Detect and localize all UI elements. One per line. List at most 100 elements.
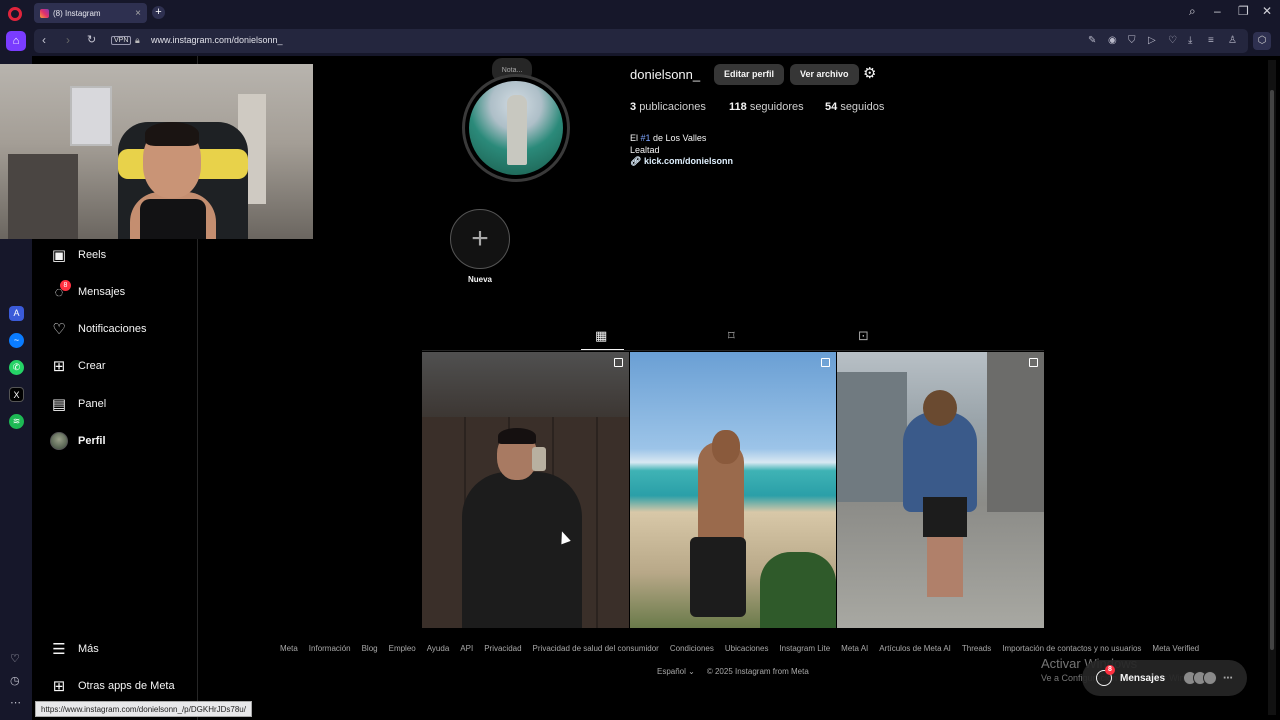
x-twitter-icon[interactable]: X — [9, 387, 24, 402]
nav-item-profile[interactable]: Perfil — [50, 432, 106, 450]
history-icon[interactable]: ◷ — [10, 674, 20, 687]
carousel-icon — [1029, 358, 1038, 367]
gear-icon[interactable]: ⚙ — [863, 66, 879, 82]
reels-icon: ▣ — [51, 247, 67, 264]
footer-link[interactable]: Empleo — [389, 644, 416, 653]
forward-icon[interactable]: › — [66, 33, 70, 47]
extensions-icon[interactable]: ⬡ — [1253, 32, 1271, 50]
browser-tab-instagram[interactable]: (8) Instagram × — [34, 3, 147, 23]
post-thumbnail[interactable] — [837, 352, 1044, 628]
spotify-icon[interactable]: ≋ — [9, 414, 24, 429]
tab-posts-grid-icon[interactable]: ▦ — [595, 328, 607, 344]
post-thumbnail[interactable] — [422, 352, 629, 628]
footer-link[interactable]: Privacidad de salud del consumidor — [533, 644, 659, 653]
stat-count: 118 — [729, 101, 747, 113]
bio-hashtag[interactable]: #1 — [641, 133, 651, 143]
edit-profile-button[interactable]: Editar perfil — [714, 64, 785, 85]
address-bar: ⌂ ‹ › ↻ VPN 🔒︎ www.instagram.com/doniels… — [0, 26, 1280, 56]
bio-link[interactable]: 🔗︎ kick.com/donielsonn — [630, 156, 733, 167]
whatsapp-icon[interactable]: ✆ — [9, 360, 24, 375]
footer-link[interactable]: Blog — [362, 644, 378, 653]
stat-posts[interactable]: 3 publicaciones — [630, 101, 706, 113]
footer-link[interactable]: Ubicaciones — [725, 644, 769, 653]
footer-link[interactable]: API — [460, 644, 473, 653]
reload-icon[interactable]: ↻ — [87, 33, 96, 46]
footer-link[interactable]: Artículos de Meta AI — [879, 644, 951, 653]
minimize-icon[interactable]: – — [1214, 4, 1221, 18]
home-icon[interactable]: ⌂ — [6, 31, 26, 51]
nav-item-label: Panel — [78, 398, 107, 410]
nav-item-panel[interactable]: ▤ Panel — [50, 395, 106, 413]
opera-logo-icon[interactable] — [8, 7, 22, 21]
tab-saved-bookmark-icon[interactable]: ⌑ — [728, 328, 735, 344]
footer-link[interactable]: Instagram Lite — [779, 644, 830, 653]
footer-link[interactable]: Meta Verified — [1152, 644, 1199, 653]
edit-icon[interactable]: ✎ — [1088, 35, 1096, 46]
close-icon[interactable]: ✕ — [1262, 4, 1272, 18]
heart-icon[interactable]: ♡ — [10, 652, 20, 665]
camera-icon[interactable]: ◉ — [1108, 35, 1117, 46]
footer-link[interactable]: Condiciones — [670, 644, 714, 653]
grid-apps-icon: ⊞ — [52, 678, 66, 695]
back-icon[interactable]: ‹ — [42, 33, 46, 47]
browser-tab-bar: (8) Instagram × + ⌕ – ❐ ✕ — [0, 0, 1280, 26]
note-label: Nota... — [501, 66, 523, 74]
stat-count: 54 — [825, 101, 838, 113]
tab-tagged-icon[interactable]: ⊡ — [858, 328, 869, 344]
footer-link[interactable]: Información — [309, 644, 351, 653]
footer-link[interactable]: Threads — [962, 644, 991, 653]
messages-pill-label: Mensajes — [1120, 672, 1166, 684]
more-icon[interactable]: ⋯ — [10, 696, 21, 709]
nav-item-label: Mensajes — [78, 286, 126, 298]
page-scrollbar[interactable] — [1268, 60, 1276, 715]
download-icon[interactable]: ⤓ — [1188, 35, 1192, 46]
url-box[interactable]: ‹ › ↻ VPN 🔒︎ www.instagram.com/donielson… — [34, 29, 1248, 53]
profile-picture[interactable] — [462, 74, 570, 182]
webcam-overlay — [0, 64, 313, 239]
copyright: © 2025 Instagram from Meta — [706, 667, 809, 676]
avatar — [50, 432, 68, 450]
new-tab-button[interactable]: + — [152, 6, 165, 19]
messages-pill[interactable]: 8 Mensajes ⋯ — [1082, 660, 1247, 696]
footer-link[interactable]: Privacidad — [484, 644, 521, 653]
nav-item-meta-apps[interactable]: ⊞ Otras apps de Meta — [50, 677, 175, 695]
nav-item-messages[interactable]: ◌ 8 Mensajes — [50, 280, 126, 301]
footer-link[interactable]: Meta — [280, 644, 298, 653]
scroll-thumb[interactable] — [1270, 90, 1274, 650]
heart-icon[interactable]: ♡ — [1168, 35, 1177, 46]
nav-item-more[interactable]: ☰ Más — [50, 640, 99, 658]
messages-pill-badge: 8 — [1105, 665, 1115, 675]
profile-icon[interactable]: ♙ — [1228, 35, 1237, 46]
footer-link[interactable]: Ayuda — [427, 644, 450, 653]
new-highlight-button[interactable]: + — [450, 209, 510, 269]
nav-item-notifications[interactable]: ♡ Notificaciones — [50, 320, 146, 338]
nav-item-label: Crear — [78, 360, 106, 372]
footer-link[interactable]: Importación de contactos y no usuarios — [1002, 644, 1141, 653]
post-thumbnail[interactable] — [630, 352, 836, 628]
url-text[interactable]: www.instagram.com/donielsonn_ — [151, 35, 283, 45]
view-archive-button[interactable]: Ver archivo — [790, 64, 859, 85]
search-icon[interactable]: ⌕ — [1189, 4, 1196, 19]
play-icon[interactable]: ▷ — [1148, 35, 1156, 46]
tab-close-icon[interactable]: × — [135, 8, 141, 19]
nav-item-reels[interactable]: ▣ Reels — [50, 246, 106, 264]
lock-icon[interactable]: 🔒︎ — [135, 35, 140, 46]
footer-link[interactable]: Meta AI — [841, 644, 868, 653]
link-icon: 🔗︎ — [630, 156, 642, 166]
restore-icon[interactable]: ❐ — [1238, 4, 1249, 18]
language-select[interactable]: Español ⌄ — [657, 667, 695, 676]
chevron-down-icon: ⌄ — [688, 667, 695, 676]
active-tab-indicator — [581, 349, 624, 350]
stat-followers[interactable]: 118 seguidores — [729, 101, 804, 113]
aria-icon[interactable]: A — [9, 306, 24, 321]
stat-following[interactable]: 54 seguidos — [825, 101, 884, 113]
messenger-app-icon[interactable]: ~ — [9, 333, 24, 348]
carousel-icon — [614, 358, 623, 367]
shield-icon[interactable]: ⛉ — [1128, 35, 1136, 46]
nav-item-create[interactable]: ⊞ Crear — [50, 357, 106, 375]
nav-item-label: Perfil — [78, 435, 106, 447]
carousel-icon — [821, 358, 830, 367]
menu-icon[interactable]: ≡ — [1208, 35, 1214, 46]
vpn-badge[interactable]: VPN — [111, 36, 132, 45]
more-icon: ⋯ — [1223, 672, 1233, 684]
